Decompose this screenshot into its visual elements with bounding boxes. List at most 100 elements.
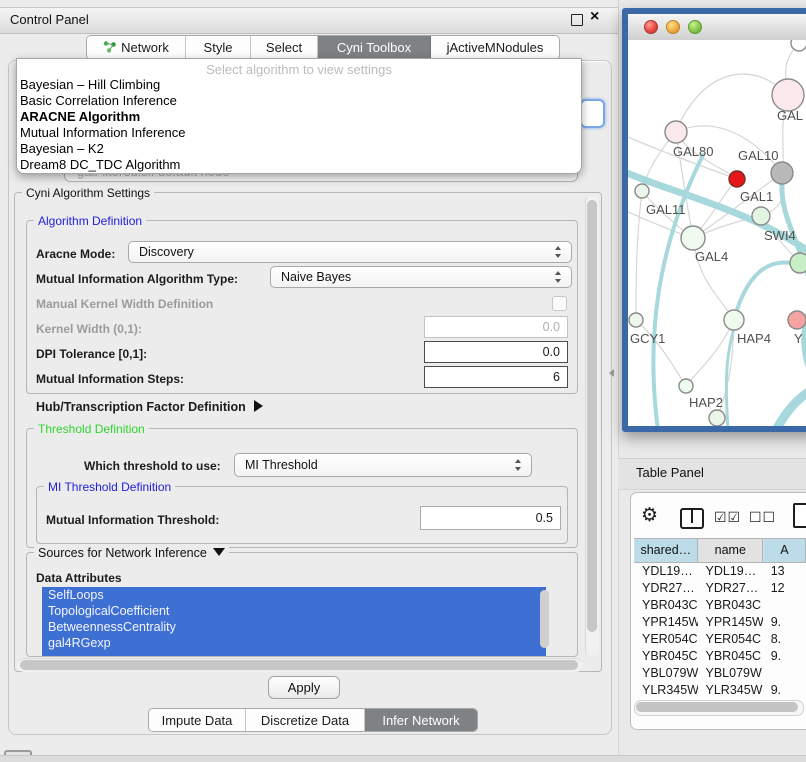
tab-style[interactable]: Style (186, 36, 251, 59)
sources-group-title[interactable]: Sources for Network Inference (34, 546, 229, 560)
network-node[interactable] (752, 207, 770, 225)
node-label: GAL4 (695, 249, 728, 264)
focused-combo-sliver[interactable] (580, 99, 605, 128)
table-row[interactable]: YDL19…YDL19…13 (634, 563, 806, 580)
attribute-item[interactable]: gal4RGexp (42, 635, 546, 651)
control-panel-titlebar (0, 7, 618, 34)
algorithm-item[interactable]: Basic Correlation Inference (17, 93, 581, 109)
which-threshold-combo[interactable]: MI Threshold (234, 453, 532, 477)
minimize-traffic-light-icon[interactable] (666, 20, 680, 34)
algorithm-item[interactable]: Mutual Information Inference (17, 125, 581, 141)
table-row[interactable]: YBL079WYBL079W (634, 665, 806, 682)
table-row[interactable]: YBR043CYBR043C (634, 597, 806, 614)
which-threshold-value: MI Threshold (245, 458, 318, 472)
table-row[interactable]: YLR345WYLR345W9. (634, 682, 806, 698)
tab-label: jActiveMNodules (447, 40, 544, 55)
which-threshold-label: Which threshold to use: (84, 459, 221, 473)
algorithm-item[interactable]: Bayesian – K2 (17, 141, 581, 157)
table-row[interactable]: YER054CYER054C8. (634, 631, 806, 648)
node-label: GAL11 (646, 202, 686, 217)
tab-label: Infer Network (382, 713, 459, 728)
scrollbar-thumb[interactable] (636, 702, 798, 712)
attribute-list-scrollbar[interactable] (540, 590, 549, 648)
manual-kernel-checkbox[interactable] (552, 296, 567, 311)
network-node[interactable] (635, 184, 649, 198)
mi-type-label: Mutual Information Algorithm Type: (36, 272, 238, 286)
network-node[interactable] (629, 313, 643, 327)
network-node[interactable] (681, 226, 705, 250)
tab-impute-data[interactable]: Impute Data (149, 709, 246, 731)
network-node[interactable] (771, 162, 793, 184)
close-icon[interactable]: × (590, 8, 599, 26)
settings-horizontal-scrollbar[interactable] (18, 658, 582, 672)
aracne-mode-combo[interactable]: Discovery (128, 241, 572, 263)
select-none-icon[interactable]: ☐☐ (749, 509, 776, 526)
algorithm-item[interactable]: ARACNE Algorithm (17, 109, 581, 125)
expand-right-icon (254, 400, 263, 412)
settings-group-title: Cyni Algorithm Settings (22, 186, 154, 200)
node-table: shared…nameA YDL19…YDL19…13YDR27…YDR27…1… (634, 538, 806, 698)
tab-infer-network[interactable]: Infer Network (365, 709, 477, 731)
algorithm-item[interactable]: Dream8 DC_TDC Algorithm (17, 157, 581, 173)
combo-arrows-icon (555, 246, 562, 258)
panel-title: Control Panel (10, 12, 89, 27)
attribute-item[interactable]: SelfLoops (42, 587, 546, 603)
tab-cyni-toolbox[interactable]: Cyni Toolbox (318, 36, 431, 59)
tab-network[interactable]: Network (87, 36, 186, 59)
algorithm-item[interactable]: Bayesian – Hill Climbing (17, 77, 581, 93)
threshold-definition-title: Threshold Definition (34, 422, 149, 436)
select-all-checked-icon[interactable]: ☑☑ (714, 509, 741, 526)
column-header[interactable]: A (763, 539, 806, 562)
apply-button[interactable]: Apply (268, 676, 340, 699)
attribute-item[interactable]: TopologicalCoefficient (42, 603, 546, 619)
gear-icon[interactable]: ⚙ (641, 504, 658, 527)
network-node[interactable] (729, 171, 745, 187)
column-header[interactable]: shared… (634, 539, 698, 562)
hub-definition-expander[interactable]: Hub/Transcription Factor Definition (36, 400, 263, 414)
bottom-strip (0, 755, 806, 762)
tab-select[interactable]: Select (251, 36, 318, 59)
table-row[interactable]: YPR145WYPR145W9. (634, 614, 806, 631)
export-table-icon[interactable] (793, 503, 806, 528)
tab-label: Impute Data (162, 713, 233, 728)
table-row[interactable]: YBR045CYBR045C9. (634, 648, 806, 665)
network-nodes: GALGAL80GAL10GAL1GAL11SWI4GAL4GCY1HAP4YH… (629, 40, 806, 426)
scrollbar-thumb[interactable] (20, 660, 578, 670)
node-label: Y (794, 331, 803, 346)
data-attributes-label: Data Attributes (36, 571, 122, 585)
table-row[interactable]: YDR27…YDR27…12 (634, 580, 806, 597)
float-window-icon[interactable] (571, 14, 583, 26)
tab-jactivemnodules[interactable]: jActiveMNodules (431, 36, 559, 59)
network-node[interactable] (665, 121, 687, 143)
mi-steps-field[interactable]: 6 (424, 366, 568, 388)
manual-kernel-label: Manual Kernel Width Definition (36, 297, 213, 311)
close-traffic-light-icon[interactable] (644, 20, 658, 34)
network-node[interactable] (772, 79, 804, 111)
mi-threshold-label: Mutual Information Threshold: (46, 513, 219, 527)
attribute-item[interactable]: BetweennessCentrality (42, 619, 546, 635)
network-node[interactable] (709, 410, 725, 426)
scrollbar-thumb[interactable] (587, 200, 597, 632)
network-window-titlebar[interactable] (628, 14, 806, 41)
network-node[interactable] (788, 311, 806, 329)
tab-label: Network (121, 40, 169, 55)
network-node[interactable] (791, 40, 806, 51)
columns-icon[interactable] (680, 508, 704, 529)
network-node[interactable] (679, 379, 693, 393)
mi-threshold-field[interactable]: 0.5 (420, 506, 561, 530)
mi-type-combo[interactable]: Naive Bayes (270, 266, 572, 288)
dpi-tolerance-field[interactable]: 0.0 (424, 341, 568, 363)
network-icon (103, 40, 116, 56)
kernel-width-field[interactable]: 0.0 (424, 316, 568, 338)
dpi-tolerance-label: DPI Tolerance [0,1]: (36, 347, 147, 361)
combo-arrows-icon (555, 271, 562, 283)
column-header[interactable]: name (698, 539, 763, 562)
zoom-traffic-light-icon[interactable] (688, 20, 702, 34)
network-view-window[interactable]: GALGAL80GAL10GAL1GAL11SWI4GAL4GCY1HAP4YH… (622, 8, 806, 432)
network-node[interactable] (724, 310, 744, 330)
settings-vertical-scrollbar[interactable] (585, 196, 599, 656)
network-canvas[interactable]: GALGAL80GAL10GAL1GAL11SWI4GAL4GCY1HAP4YH… (628, 40, 806, 426)
tab-discretize-data[interactable]: Discretize Data (246, 709, 365, 731)
network-node[interactable] (790, 253, 806, 273)
splitter-collapse-icon[interactable] (609, 369, 614, 377)
